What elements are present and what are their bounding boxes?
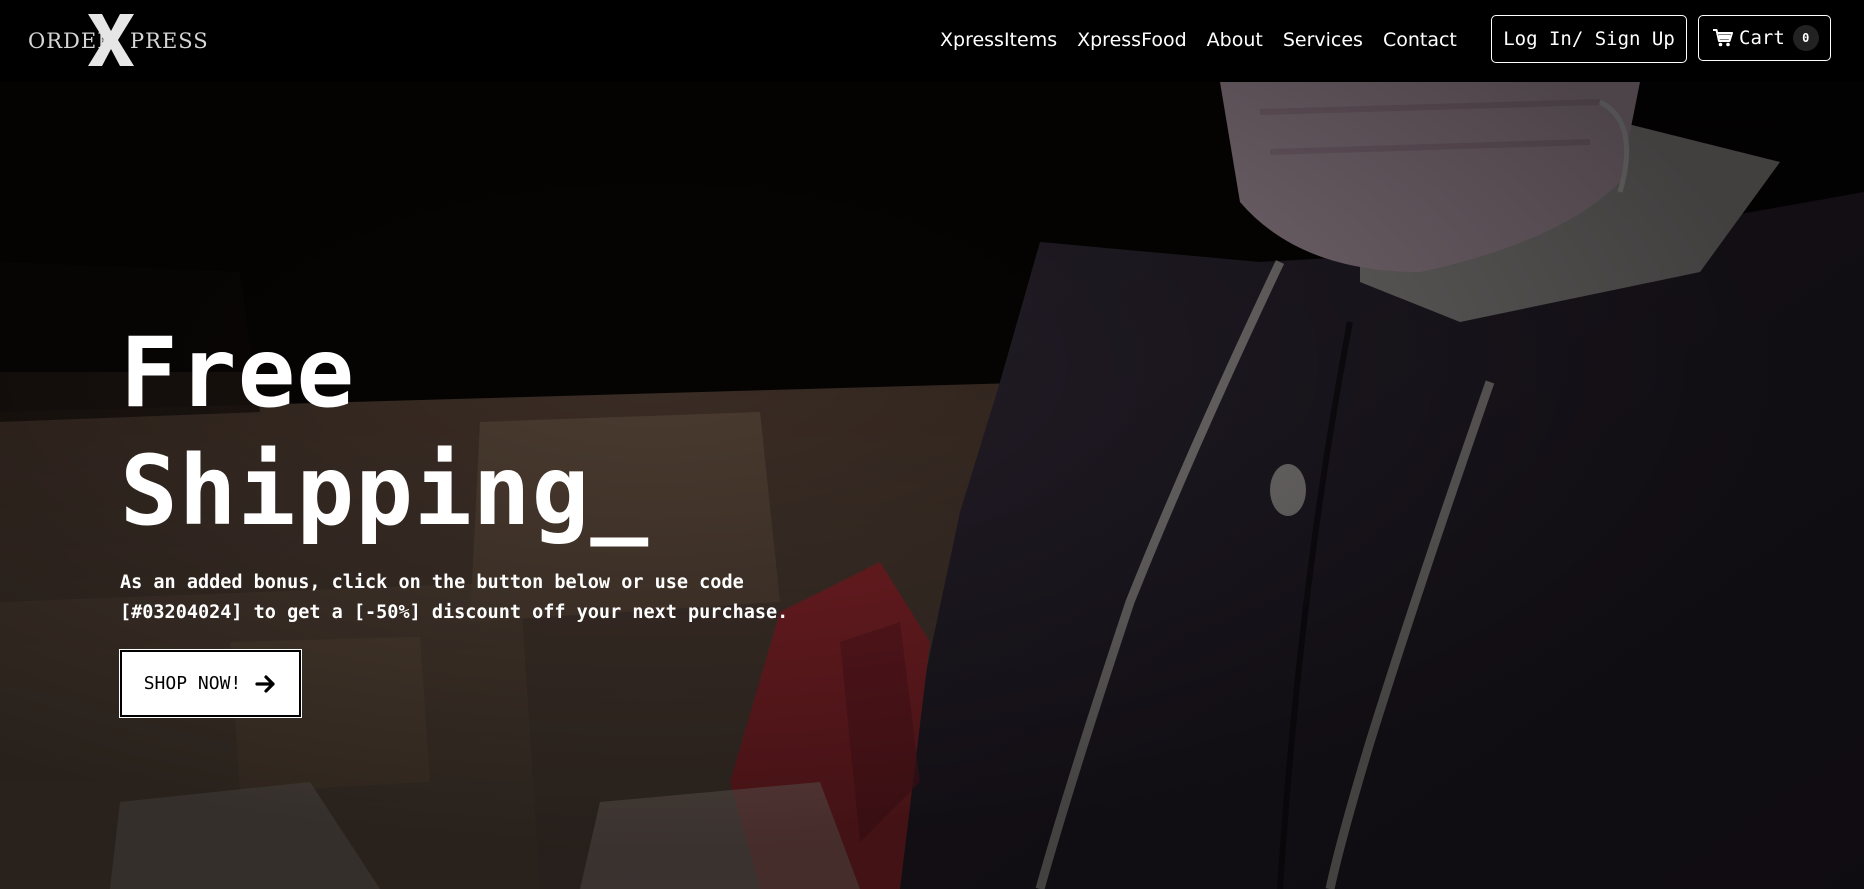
nav-link-about[interactable]: About — [1197, 29, 1273, 51]
hero-title: Free Shipping_ — [120, 314, 980, 550]
shop-now-button[interactable]: SHOP NOW! — [119, 649, 302, 718]
nav-links: XpressItems XpressFood About Services Co… — [930, 0, 1467, 80]
hero-title-line-1: Free — [120, 317, 356, 429]
page: ORDER PRESS XpressItems XpressFood About… — [0, 0, 1864, 889]
logo-x-mark — [88, 14, 134, 66]
logo-word-press: PRESS — [130, 29, 209, 53]
hero-content: Free Shipping_ As an added bonus, click … — [119, 314, 980, 718]
nav-link-services[interactable]: Services — [1273, 29, 1373, 51]
cart-label: Cart — [1739, 27, 1785, 49]
nav-link-xpressitems[interactable]: XpressItems — [930, 29, 1067, 51]
login-signup-button[interactable]: Log In/ Sign Up — [1491, 15, 1687, 63]
shop-now-label: SHOP NOW! — [143, 673, 242, 694]
cart-icon — [1713, 29, 1733, 47]
hero-description: As an added bonus, click on the button b… — [120, 572, 789, 623]
brand-logo[interactable]: ORDER PRESS — [28, 14, 208, 66]
cart-button[interactable]: Cart 0 — [1698, 15, 1831, 61]
nav-link-xpressfood[interactable]: XpressFood — [1067, 29, 1197, 51]
hero-section: Free Shipping_ As an added bonus, click … — [0, 82, 1864, 889]
arrow-right-icon — [255, 674, 275, 693]
nav-link-contact[interactable]: Contact — [1373, 29, 1467, 51]
navbar: ORDER PRESS XpressItems XpressFood About… — [0, 0, 1864, 82]
cart-count-badge: 0 — [1792, 25, 1819, 51]
hero-title-line-2: Shipping_ — [120, 435, 650, 547]
